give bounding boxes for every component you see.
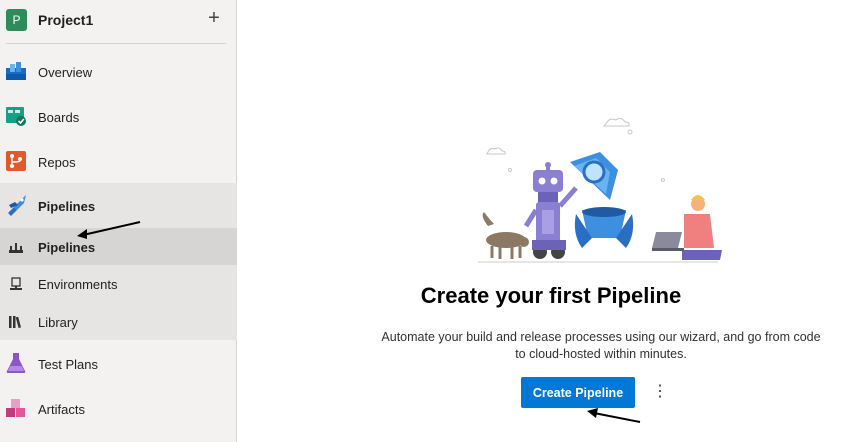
sidebar-item-label: Artifacts bbox=[38, 402, 85, 417]
project-name[interactable]: Project1 bbox=[38, 12, 93, 28]
sidebar-item-label: Boards bbox=[38, 110, 80, 125]
annotation-arrow bbox=[587, 408, 641, 423]
project-avatar[interactable]: P bbox=[6, 9, 27, 31]
annotation-arrow bbox=[77, 221, 141, 239]
page-title: Create your first Pipeline bbox=[420, 283, 682, 308]
library-icon bbox=[9, 316, 22, 329]
project-header: P Project1 + bbox=[0, 0, 237, 42]
boards-icon bbox=[6, 107, 26, 126]
sidebar-item-repos[interactable]: Repos bbox=[0, 142, 237, 180]
pipelines-group: Pipelines Pipelines Environments Library bbox=[0, 183, 237, 340]
test-plans-icon bbox=[6, 353, 26, 373]
sidebar-item-label: Library bbox=[38, 315, 78, 330]
pipelines-icon bbox=[8, 195, 26, 216]
more-vertical-icon[interactable]: ⋮ bbox=[652, 380, 668, 406]
sidebar-item-test-plans[interactable]: Test Plans bbox=[0, 344, 237, 382]
divider bbox=[6, 43, 226, 44]
sidebar-item-label: Environments bbox=[38, 277, 118, 292]
pipeline-illustration bbox=[478, 117, 722, 263]
repos-icon bbox=[6, 151, 26, 171]
artifacts-icon bbox=[6, 399, 25, 417]
overview-icon bbox=[6, 62, 26, 80]
sidebar-item-label: Overview bbox=[38, 65, 93, 80]
environments-icon bbox=[10, 277, 22, 290]
sidebar-item-overview[interactable]: Overview bbox=[0, 52, 237, 90]
pipelines-sub-icon bbox=[9, 243, 23, 253]
sidebar-item-label: Pipelines bbox=[38, 199, 96, 214]
sidebar-item-label: Test Plans bbox=[38, 357, 98, 372]
sidebar-item-label: Repos bbox=[38, 155, 76, 170]
plus-icon[interactable]: + bbox=[205, 8, 223, 30]
sidebar-item-boards[interactable]: Boards bbox=[0, 97, 237, 135]
create-pipeline-button[interactable]: Create Pipeline bbox=[521, 377, 635, 408]
sidebar-item-label: Pipelines bbox=[38, 240, 96, 255]
main-content: Create your first Pipeline Automate your… bbox=[238, 0, 864, 442]
page-description: Automate your build and release processe… bbox=[381, 330, 821, 361]
sidebar-item-artifacts[interactable]: Artifacts bbox=[0, 389, 237, 427]
